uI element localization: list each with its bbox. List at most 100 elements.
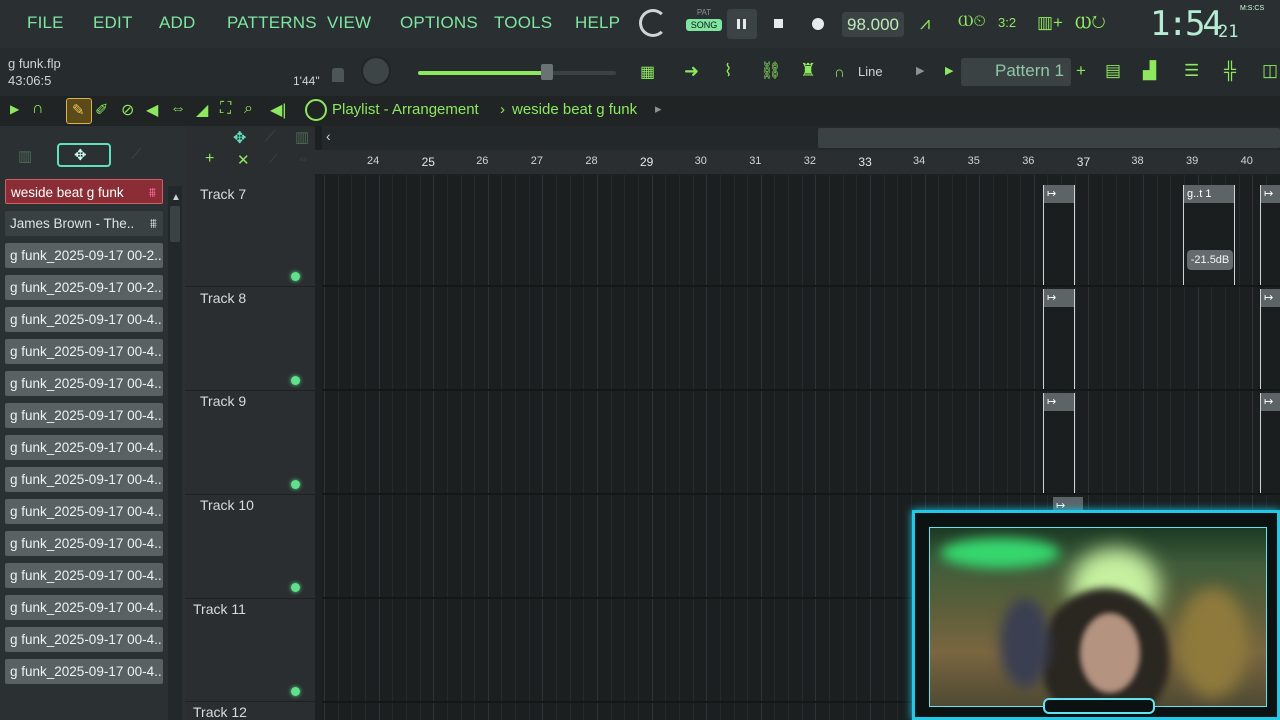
snap-arrow-icon[interactable]: ▶ xyxy=(916,64,924,77)
piano-roll-icon[interactable]: ▦ xyxy=(640,62,655,82)
add-track-icon[interactable]: + xyxy=(205,150,214,168)
record-button[interactable] xyxy=(803,9,833,39)
scroll-up-icon[interactable]: ▲ xyxy=(171,192,181,203)
browser-all-toggle[interactable]: ✥ xyxy=(57,143,111,167)
snap-select[interactable]: Line xyxy=(858,64,883,79)
keyboard-typing-icon[interactable]: ▥+ xyxy=(1037,13,1063,33)
select-tool-icon[interactable]: ⛶ xyxy=(220,100,231,118)
delete-tool-icon[interactable]: ⊘ xyxy=(121,100,134,120)
list-item[interactable]: g funk_2025-09-17 00-4.. xyxy=(5,403,163,428)
pattern-play-icon[interactable]: ▶ xyxy=(945,64,953,77)
audio-clip[interactable]: ↦ xyxy=(1260,393,1280,493)
list-item[interactable]: g funk_2025-09-17 00-4.. xyxy=(5,499,163,524)
menu-view[interactable]: VIEW xyxy=(327,13,371,33)
master-pitch-icon[interactable] xyxy=(332,68,344,82)
timeline-ruler[interactable]: 24 25 26 27 28 29 30 31 32 33 34 35 36 37 38 39 40 xyxy=(315,150,1280,174)
clip-header[interactable]: g..t 1 xyxy=(1184,185,1234,203)
brush-icon[interactable]: ⌇ xyxy=(724,61,732,81)
menu-file[interactable]: FILE xyxy=(27,13,64,33)
menu-patterns[interactable]: PATTERNS xyxy=(227,13,317,33)
audio-clip[interactable]: ↦ xyxy=(1053,497,1083,515)
track-name[interactable]: Track 9 xyxy=(200,393,246,409)
arrow-right-icon[interactable]: ➜ xyxy=(684,61,699,82)
add-pattern-icon[interactable]: + xyxy=(1076,61,1086,81)
list-item[interactable]: g funk_2025-09-17 00-4.. xyxy=(5,531,163,556)
draw-tool-button[interactable]: ✎ xyxy=(66,98,92,124)
track-resize-icon[interactable]: ⇔ xyxy=(298,153,309,165)
playlist-menu-arrow-icon[interactable]: ▶ xyxy=(10,102,19,116)
list-item[interactable]: g funk_2025-09-17 00-2.. xyxy=(5,275,163,300)
list-item[interactable]: g funk_2025-09-17 00-2.. xyxy=(5,243,163,268)
list-item[interactable]: g funk_2025-09-17 00-4.. xyxy=(5,435,163,460)
playlist-scrollbar[interactable]: ‹ xyxy=(322,126,1280,150)
channel-rack-icon[interactable]: ▟ xyxy=(1143,61,1156,81)
browser-icon[interactable]: ◫ xyxy=(1262,61,1278,81)
menu-help[interactable]: HELP xyxy=(575,13,620,33)
clip-header[interactable]: ↦ xyxy=(1044,289,1074,307)
slice-tool-icon[interactable]: ◢ xyxy=(196,100,208,120)
menu-add[interactable]: ADD xyxy=(159,13,196,33)
track-name[interactable]: Track 7 xyxy=(200,186,246,202)
clip-header[interactable]: ↦ xyxy=(1261,185,1280,203)
track-brush-icon[interactable]: ⟋ xyxy=(269,152,277,167)
stop-button[interactable] xyxy=(764,9,794,39)
list-item[interactable]: James Brown - The.. ⩩ xyxy=(5,211,163,236)
list-item[interactable]: g funk_2025-09-17 00-4.. xyxy=(5,371,163,396)
list-item[interactable]: g funk_2025-09-17 00-4.. xyxy=(5,467,163,492)
mute-tool-icon[interactable]: ◀ xyxy=(146,100,158,120)
audio-clip[interactable]: ↦ xyxy=(1043,185,1075,285)
track-name[interactable]: Track 11 xyxy=(193,601,246,617)
track-name[interactable]: Track 8 xyxy=(200,290,246,306)
browser-item-selected[interactable]: weside beat g funk ⩩ xyxy=(5,179,163,204)
menu-options[interactable]: OPTIONS xyxy=(400,13,478,33)
master-volume-slider-thumb[interactable] xyxy=(541,64,553,80)
browser-scroll-thumb[interactable] xyxy=(170,206,180,242)
playlist-scroll-thumb[interactable] xyxy=(818,128,1280,148)
clip-header[interactable]: ↦ xyxy=(1044,185,1074,203)
browser-link-icon[interactable]: ⟋ xyxy=(131,146,142,163)
list-item[interactable]: g funk_2025-09-17 00-4.. xyxy=(5,307,163,332)
audio-clip[interactable]: ↦ xyxy=(1260,185,1280,285)
list-item[interactable]: g funk_2025-09-17 00-4.. xyxy=(5,659,163,684)
tempo-display[interactable]: 98.000 xyxy=(842,12,904,37)
zoom-tool-icon[interactable]: ⌕ xyxy=(244,100,253,118)
track-name[interactable]: Track 12 xyxy=(193,704,247,720)
magnet-icon[interactable]: ∩ xyxy=(834,64,845,81)
list-item[interactable]: g funk_2025-09-17 00-4.. xyxy=(5,595,163,620)
track-mute-led[interactable] xyxy=(291,480,300,489)
list-item[interactable]: g funk_2025-09-17 00-4.. xyxy=(5,627,163,652)
track-mute-led[interactable] xyxy=(291,583,300,592)
menu-tools[interactable]: TOOLS xyxy=(494,13,552,33)
list-item[interactable]: g funk_2025-09-17 00-4.. xyxy=(5,339,163,364)
pat-song-toggle[interactable]: PAT SONG xyxy=(686,6,722,40)
audio-clip[interactable]: g..t 1 xyxy=(1183,185,1235,285)
link-icon[interactable]: ⛓ xyxy=(760,61,782,81)
master-volume-slider-track[interactable] xyxy=(546,71,616,75)
plugin-picker-icon[interactable]: ╬ xyxy=(1224,61,1236,81)
track-name[interactable]: Track 10 xyxy=(200,497,254,513)
scroll-left-icon[interactable]: ‹ xyxy=(326,128,331,144)
audio-clip[interactable]: ↦ xyxy=(1043,289,1075,389)
audio-clip[interactable]: ↦ xyxy=(1043,393,1075,493)
time-mode-label[interactable]: M:S:CS xyxy=(1240,5,1264,12)
menu-edit[interactable]: EDIT xyxy=(93,13,133,33)
metronome-icon[interactable]: ⩘ xyxy=(920,13,930,34)
track-mute-led[interactable] xyxy=(291,687,300,696)
magnet-snap-icon[interactable]: ∩ xyxy=(32,100,44,118)
wait-record-icon[interactable]: Ⲱ⏲ xyxy=(958,13,986,31)
playlist-all-icon[interactable]: ✥ xyxy=(233,128,246,148)
master-volume-knob[interactable] xyxy=(361,56,391,86)
clip-header[interactable]: ↦ xyxy=(1044,393,1074,411)
paint-tool-icon[interactable]: ✐ xyxy=(95,100,108,120)
clip-header[interactable]: ↦ xyxy=(1261,393,1280,411)
playlist-window-icon[interactable]: ▤ xyxy=(1105,61,1121,81)
pattern-selector[interactable]: Pattern 1 xyxy=(961,58,1071,86)
link-channel-icon[interactable]: ⟋ xyxy=(265,128,276,145)
keyboard-icon[interactable]: ▥ xyxy=(295,128,309,146)
loop-record-icon[interactable]: Ⲱ↻ xyxy=(1075,13,1106,33)
clip-header[interactable]: ↦ xyxy=(1261,289,1280,307)
stamp-icon[interactable]: ♜ xyxy=(800,60,816,81)
playback-tool-icon[interactable]: ◀| xyxy=(270,100,286,120)
list-item[interactable]: g funk_2025-09-17 00-4.. xyxy=(5,563,163,588)
remove-track-icon[interactable]: ✕ xyxy=(237,151,250,169)
